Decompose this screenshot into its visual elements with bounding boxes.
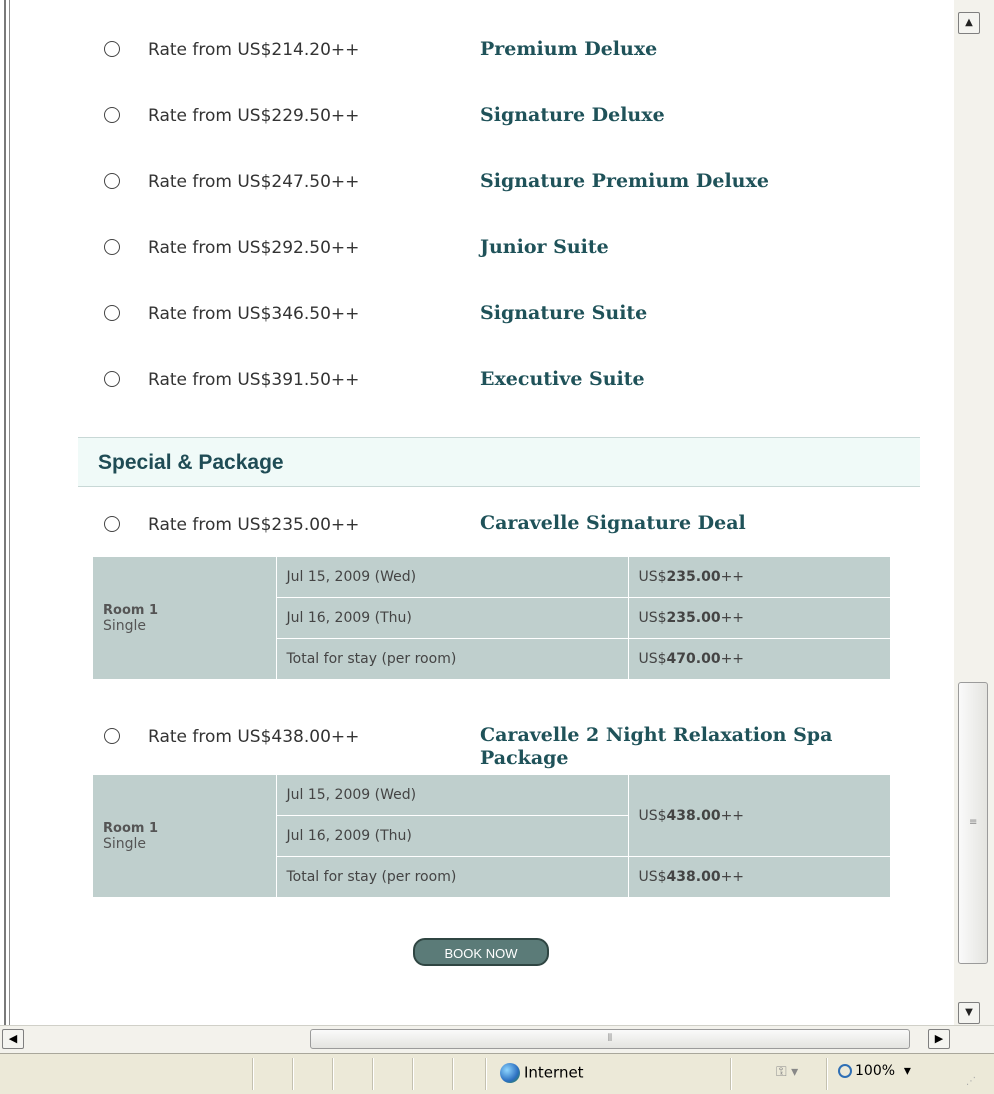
rate-text: Rate from US$346.50++ — [148, 304, 360, 324]
date-cell: Jul 15, 2009 (Wed) — [275, 774, 629, 816]
room-cell: Room 1 Single — [93, 556, 277, 680]
package-name: Caravelle 2 Night Relaxation Spa Package — [480, 724, 833, 769]
room-name: Junior Suite — [480, 236, 609, 258]
vertical-scroll-thumb[interactable]: ≡ — [958, 682, 988, 964]
date-cell: Jul 16, 2009 (Thu) — [275, 597, 629, 639]
protected-mode-icon[interactable]: ⚿ ▾ — [776, 1064, 798, 1080]
rate-text: Rate from US$235.00++ — [148, 515, 360, 535]
security-zone: Internet — [500, 1063, 584, 1083]
date-cell: Jul 16, 2009 (Thu) — [275, 815, 629, 857]
rate-text: Rate from US$292.50++ — [148, 238, 360, 258]
price-cell: US$438.00++ — [627, 774, 891, 857]
room-option: Rate from US$229.50++ Signature Deluxe — [78, 66, 920, 132]
rate-text: Rate from US$229.50++ — [148, 106, 360, 126]
rate-list: Rate from US$214.20++ Premium Deluxe Rat… — [78, 0, 920, 966]
zoom-icon — [838, 1064, 852, 1078]
room-title: Room 1 — [103, 820, 158, 836]
globe-icon — [500, 1063, 520, 1083]
grip-icon: ≡ — [969, 817, 978, 828]
room-option: Rate from US$214.20++ Premium Deluxe — [78, 0, 920, 66]
scroll-down-button[interactable]: ▼ — [958, 1002, 980, 1024]
room-option: Rate from US$346.50++ Signature Suite — [78, 264, 920, 330]
total-price: US$470.00++ — [627, 638, 891, 680]
package-rate-table: Room 1 Single Jul 15, 2009 (Wed) US$438.… — [93, 774, 891, 898]
date-cell: Jul 15, 2009 (Wed) — [275, 556, 629, 598]
scroll-up-button[interactable]: ▲ — [958, 12, 980, 34]
window-left-border — [0, 0, 10, 1040]
price-cell: US$235.00++ — [627, 556, 891, 598]
room-name: Premium Deluxe — [480, 38, 658, 60]
room-title: Room 1 — [103, 602, 158, 618]
rate-text: Rate from US$247.50++ — [148, 172, 360, 192]
room-radio[interactable] — [104, 173, 120, 189]
resize-grip-icon[interactable]: ⋰ — [966, 1076, 976, 1087]
room-name: Signature Premium Deluxe — [480, 170, 769, 192]
total-label: Total for stay (per room) — [275, 638, 629, 680]
room-cell: Room 1 Single — [93, 774, 277, 898]
room-option: Rate from US$292.50++ Junior Suite — [78, 198, 920, 264]
scroll-left-button[interactable]: ◀ — [2, 1029, 24, 1049]
zoom-control[interactable]: 100% ▾ — [838, 1063, 911, 1079]
package-radio[interactable] — [104, 728, 120, 744]
horizontal-scroll-thumb[interactable]: ⦀ — [310, 1029, 910, 1049]
package-radio[interactable] — [104, 516, 120, 532]
vertical-scrollbar[interactable]: ▲ ≡ ▼ — [954, 0, 994, 1040]
section-header: Special & Package — [78, 437, 920, 487]
status-bar: Internet ⚿ ▾ 100% ▾ ⋰ — [0, 1053, 994, 1094]
table-row: Room 1 Single Jul 15, 2009 (Wed) US$235.… — [93, 556, 891, 680]
rate-text: Rate from US$391.50++ — [148, 370, 360, 390]
room-option: Rate from US$247.50++ Signature Premium … — [78, 132, 920, 198]
room-name: Signature Deluxe — [480, 104, 665, 126]
section-title: Special & Package — [98, 451, 284, 474]
room-type: Single — [103, 617, 147, 634]
room-radio[interactable] — [104, 371, 120, 387]
table-row: Room 1 Single Jul 15, 2009 (Wed) US$438.… — [93, 774, 891, 898]
room-radio[interactable] — [104, 239, 120, 255]
price-cell: US$235.00++ — [627, 597, 891, 639]
book-now-button[interactable]: BOOK NOW — [413, 938, 549, 966]
room-name: Executive Suite — [480, 368, 645, 390]
total-label: Total for stay (per room) — [275, 856, 629, 898]
horizontal-scrollbar[interactable]: ◀ ⦀ ▶ — [0, 1025, 994, 1054]
room-radio[interactable] — [104, 41, 120, 57]
room-radio[interactable] — [104, 305, 120, 321]
package-name: Caravelle Signature Deal — [480, 512, 746, 534]
room-name: Signature Suite — [480, 302, 648, 324]
total-price: US$438.00++ — [627, 856, 891, 898]
rate-text: Rate from US$214.20++ — [148, 40, 360, 60]
rate-text: Rate from US$438.00++ — [148, 727, 360, 747]
package-rate-table: Room 1 Single Jul 15, 2009 (Wed) US$235.… — [93, 556, 891, 680]
room-option: Rate from US$391.50++ Executive Suite — [78, 330, 920, 396]
room-radio[interactable] — [104, 107, 120, 123]
browser-viewport: Rate from US$214.20++ Premium Deluxe Rat… — [0, 0, 954, 1040]
grip-icon: ⦀ — [607, 1033, 613, 1044]
room-type: Single — [103, 835, 147, 852]
scroll-right-button[interactable]: ▶ — [928, 1029, 950, 1049]
